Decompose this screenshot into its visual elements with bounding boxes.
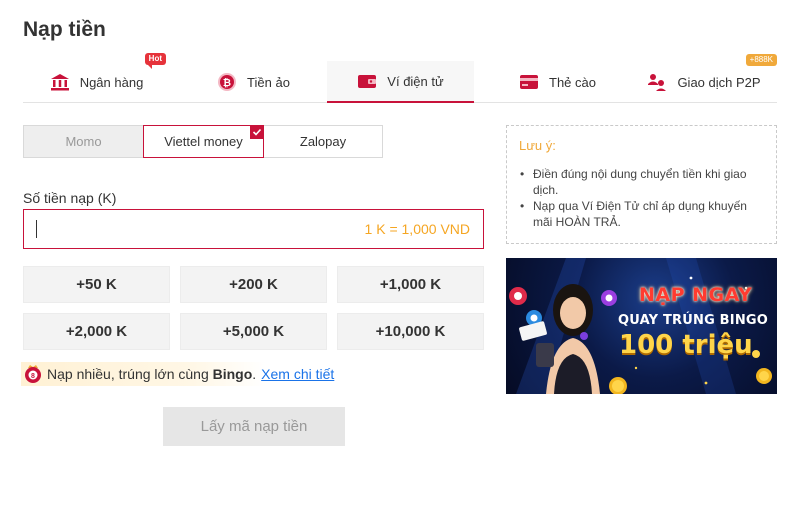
banner-headline: NẠP NGAY bbox=[639, 284, 753, 306]
tab-ewallet[interactable]: Ví điện tử bbox=[327, 61, 474, 103]
banner-prize: 100 triệu bbox=[619, 330, 753, 360]
hot-badge: Hot bbox=[144, 53, 166, 69]
tab-scratch-card-label: Thẻ cào bbox=[549, 74, 596, 90]
quick-amount-button[interactable]: +2,000 K bbox=[23, 313, 170, 350]
note-list: Điền đúng nội dung chuyển tiền khi giao … bbox=[519, 166, 764, 230]
tab-p2p[interactable]: Giao dịch P2P +888K bbox=[631, 54, 777, 103]
wallet-option-viettel-money[interactable]: Viettel money bbox=[143, 125, 264, 158]
quick-amount-button[interactable]: +10,000 K bbox=[337, 313, 484, 350]
bank-icon bbox=[50, 72, 70, 92]
promo-details-link[interactable]: Xem chi tiết bbox=[261, 366, 334, 382]
wallet-icon bbox=[357, 71, 377, 91]
amount-label: Số tiền nạp (K) bbox=[23, 190, 117, 206]
wallet-option-zalopay[interactable]: Zalopay bbox=[263, 125, 383, 158]
exchange-rate-hint: 1 K = 1,000 VND bbox=[364, 221, 470, 237]
text-caret bbox=[36, 220, 37, 238]
page-title: Nạp tiền bbox=[23, 18, 106, 41]
svg-text:₿: ₿ bbox=[223, 77, 231, 89]
bonus-badge: +888K bbox=[745, 54, 777, 66]
get-deposit-code-button[interactable]: Lấy mã nạp tiền bbox=[163, 407, 345, 446]
note-box: Lưu ý: Điền đúng nội dung chuyển tiền kh… bbox=[506, 125, 777, 244]
quick-amount-button[interactable]: +50 K bbox=[23, 266, 170, 303]
card-icon bbox=[519, 72, 539, 92]
deposit-method-tabs: Ngân hàng Hot ₿ Tiền ảo Ví điện tử Thẻ c… bbox=[23, 53, 777, 103]
banner-subheadline: QUAY TRÚNG BINGO bbox=[618, 313, 769, 328]
check-icon bbox=[250, 125, 264, 139]
bingo-promo: 8 Nạp nhiều, trúng lớn cùng Bingo. Xem c… bbox=[21, 362, 334, 386]
crypto-coin-icon: ₿ bbox=[217, 72, 237, 92]
tab-bank-label: Ngân hàng bbox=[79, 74, 144, 90]
p2p-users-icon bbox=[647, 72, 667, 92]
note-title: Lưu ý: bbox=[519, 138, 556, 153]
amount-field-wrapper: 1 K = 1,000 VND bbox=[23, 209, 484, 249]
quick-amount-button[interactable]: +200 K bbox=[180, 266, 327, 303]
quick-amount-button[interactable]: +5,000 K bbox=[180, 313, 327, 350]
promo-text: Nạp nhiều, trúng lớn cùng Bingo. bbox=[47, 366, 257, 382]
tab-bank[interactable]: Ngân hàng Hot bbox=[23, 53, 170, 103]
tab-crypto[interactable]: ₿ Tiền ảo bbox=[180, 61, 327, 103]
bingo-ball-icon: 8 bbox=[23, 364, 43, 384]
tab-p2p-label: Giao dịch P2P bbox=[677, 74, 761, 90]
note-item: Nạp qua Ví Điện Tử chỉ áp dụng khuyến mã… bbox=[519, 198, 764, 230]
svg-text:8: 8 bbox=[31, 373, 35, 380]
wallet-option-label: Viettel money bbox=[164, 134, 243, 149]
tab-scratch-card[interactable]: Thẻ cào bbox=[484, 61, 631, 103]
note-item: Điền đúng nội dung chuyển tiền khi giao … bbox=[519, 166, 764, 198]
tab-ewallet-label: Ví điện tử bbox=[387, 73, 444, 89]
wallet-option-momo[interactable]: Momo bbox=[23, 125, 144, 158]
tab-crypto-label: Tiền ảo bbox=[247, 74, 290, 90]
quick-amount-button[interactable]: +1,000 K bbox=[337, 266, 484, 303]
bingo-promo-banner[interactable]: NẠP NGAY QUAY TRÚNG BINGO 100 triệu bbox=[506, 258, 777, 394]
